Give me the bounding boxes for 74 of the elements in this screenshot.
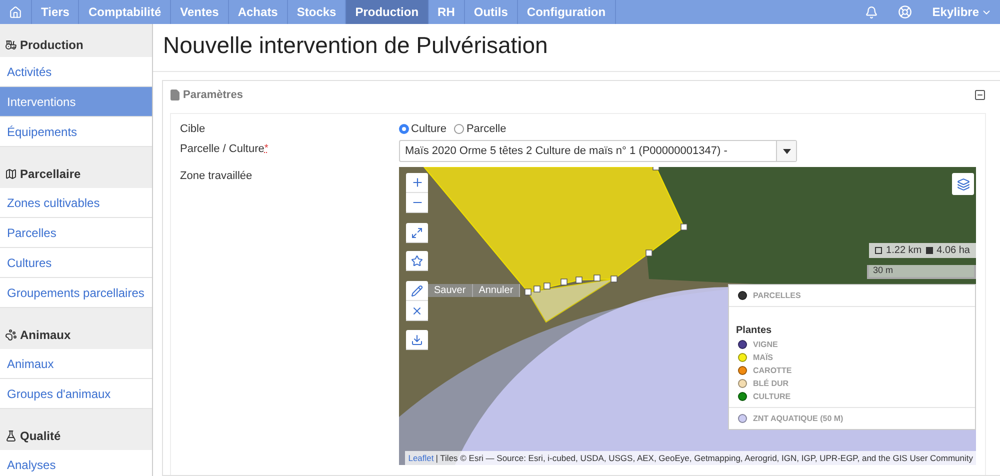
vertex-handle[interactable] [610,276,618,282]
sidebar-link[interactable]: Groupes d'animaux [0,379,152,409]
field-label: Zone travaillée [180,169,254,184]
vertex-handle[interactable] [594,274,600,282]
legend-label: ZNT AQUATIQUE (50 M) [753,414,844,423]
perimeter-value: 1.22 km [886,245,922,256]
expand-icon [411,226,423,238]
vertex-handle[interactable] [652,167,660,170]
draw-action-button[interactable]: Sauver [428,284,473,297]
download-icon [411,334,423,346]
help-icon[interactable] [898,5,912,19]
radio-option[interactable]: Parcelle [454,122,506,134]
radio-option[interactable]: Culture [399,122,446,134]
plus-icon [410,176,424,189]
nav-tab[interactable]: Ventes [171,0,229,24]
collapse-icon[interactable] [974,89,986,101]
document-icon [169,89,181,101]
sidebar-link[interactable]: Équipements [0,117,152,147]
legend-label: VIGNE [753,340,778,349]
nav-tab[interactable]: RH [428,0,465,24]
nav-tab[interactable]: Configuration [518,0,616,24]
radio-button[interactable] [454,124,464,134]
select-field[interactable]: Maïs 2020 Orme 5 têtes 2 Culture de maïs n° 1 (P00000001347) - [399,140,797,162]
page-title: Nouvelle intervention de Pulvérisation [153,24,1000,72]
field-label: Cible [180,122,206,135]
home-icon [9,6,22,18]
pencil-icon [411,284,423,296]
sidebar-link[interactable]: Analyses [0,450,152,476]
paw-icon [5,329,17,341]
area-value: 4.06 ha [936,245,970,256]
layers-icon [956,178,970,190]
radio-button[interactable] [399,124,409,134]
sidebar-link[interactable]: Zones cultivables [0,188,152,218]
bell-icon[interactable] [865,6,878,18]
area-icon [926,247,933,254]
sidebar-link[interactable]: Cultures [0,248,152,278]
sidebar-link[interactable]: Interventions [0,87,152,117]
field-label: Parcelle / Culture* [180,142,270,157]
nav-tab[interactable]: Outils [464,0,518,24]
star-icon [411,254,423,266]
sidebar-link[interactable]: Animaux [0,349,152,379]
nav-tab[interactable]: Achats [228,0,288,24]
vertex-handle[interactable] [646,250,652,256]
vertex-handle[interactable] [576,276,582,284]
map[interactable] [399,167,976,465]
legend-label: BLÉ DUR [753,379,789,388]
user-menu[interactable]: Ekylibre [932,5,992,19]
sidebar-link[interactable]: Activités [0,57,152,87]
attribution-text: | Tiles © Esri — Source: Esri, i-cubed, USDA, USGS, AEX, GeoEye, Getmapping, Aerogrid, IGN, IGP, UPR-EGP, and the GIS User Community [436,453,973,463]
layers-button[interactable] [952,173,974,195]
sidebar-link[interactable]: Parcelles [0,218,152,248]
panel-title: Paramètres [183,89,243,101]
section-title: Production [20,38,84,52]
tractor-icon [5,39,17,51]
leaflet-link[interactable]: Leaflet [408,453,434,463]
legend-label: CULTURE [753,392,791,401]
legend-label: PARCELLES [753,291,801,300]
perimeter-icon [875,247,882,254]
nav-tab[interactable]: Production [346,0,429,24]
vertex-handle[interactable] [560,278,568,286]
scale-bar: 30 m [867,265,976,279]
caret-icon [782,148,790,154]
legend-label: CAROTTE [753,366,792,375]
flask-icon [5,430,17,442]
map-icon [5,168,17,180]
draw-action-button[interactable]: Annuler [472,284,520,297]
section-title: Qualité [20,429,61,443]
section-title: Animaux [20,328,71,342]
section-title: Parcellaire [20,167,81,181]
sidebar-link[interactable]: Groupements parcellaires [0,278,152,308]
legend-group-title: Plantes [735,324,773,338]
close-icon [411,304,423,316]
vertex-handle[interactable] [680,224,688,230]
legend-label: MAÏS [753,353,773,362]
